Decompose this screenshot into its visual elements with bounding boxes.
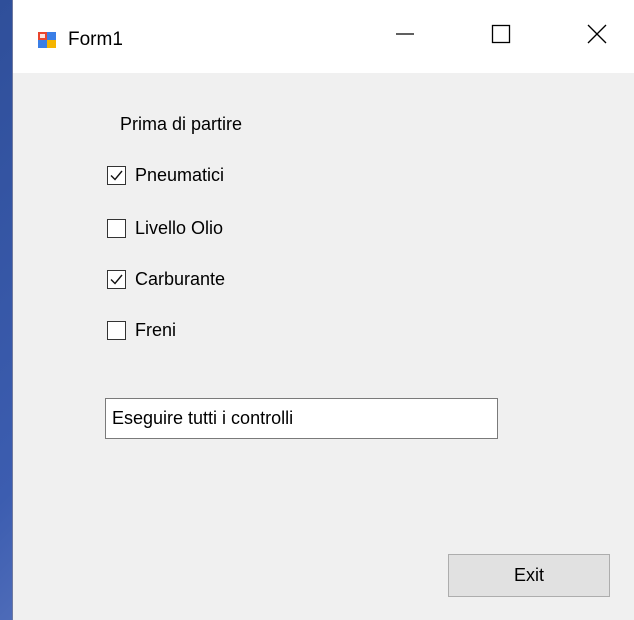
title-bar[interactable]: Form1: [13, 0, 634, 73]
checkbox-label[interactable]: Pneumatici: [135, 165, 224, 186]
checkbox-carburante[interactable]: Carburante: [107, 266, 225, 292]
form-client-area: Prima di partire Pneumatici Livello Olio…: [13, 73, 634, 620]
checkbox-box[interactable]: [107, 218, 126, 238]
form-window: Form1 Prima di partire Pneumatici Livell…: [12, 0, 634, 620]
status-textbox[interactable]: [105, 398, 498, 439]
checkbox-label[interactable]: Livello Olio: [135, 218, 223, 239]
minimize-icon: [395, 24, 415, 49]
checkbox-box[interactable]: [107, 320, 126, 340]
checkbox-livello-olio[interactable]: Livello Olio: [107, 215, 223, 241]
checkbox-label[interactable]: Carburante: [135, 269, 225, 290]
close-button[interactable]: [557, 0, 634, 73]
close-icon: [587, 24, 607, 49]
checkmark-icon: [110, 274, 123, 285]
checkbox-freni[interactable]: Freni: [107, 317, 176, 343]
window-title: Form1: [68, 29, 123, 50]
checkmark-icon: [110, 170, 123, 181]
checkbox-box[interactable]: [107, 269, 126, 289]
checkbox-box[interactable]: [107, 165, 126, 185]
maximize-button[interactable]: [461, 0, 541, 73]
checkbox-label[interactable]: Freni: [135, 320, 176, 341]
maximize-icon: [491, 24, 511, 49]
app-icon: [38, 32, 56, 48]
exit-button[interactable]: Exit: [448, 554, 610, 597]
checklist-heading: Prima di partire: [120, 114, 243, 134]
minimize-button[interactable]: [365, 0, 445, 73]
checkbox-pneumatici[interactable]: Pneumatici: [107, 162, 224, 188]
